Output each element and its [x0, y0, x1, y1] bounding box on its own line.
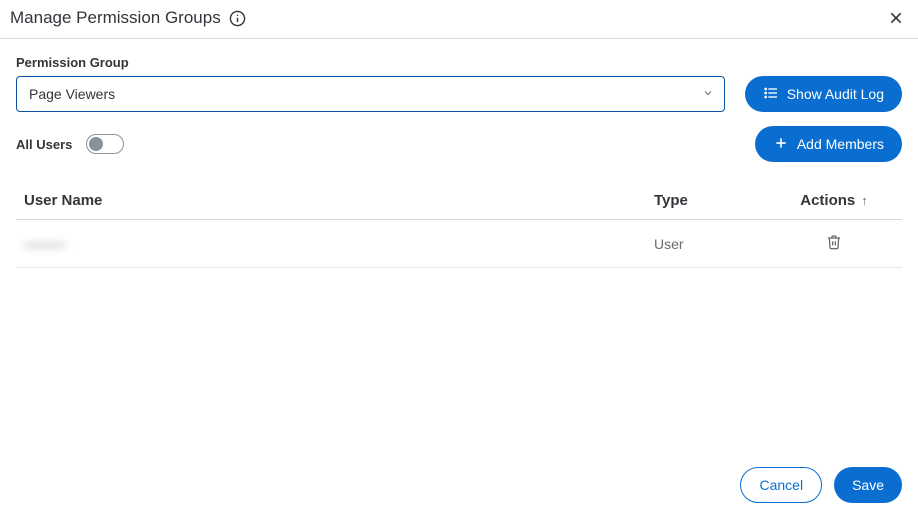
members-table: User Name Type Actions ↑ ——— User — [16, 182, 902, 268]
toggle-knob — [89, 137, 103, 151]
list-icon — [763, 85, 779, 104]
all-users-toggle-area: All Users — [16, 134, 124, 154]
cell-type: User — [654, 236, 774, 252]
cancel-button[interactable]: Cancel — [740, 467, 822, 503]
col-user-name[interactable]: User Name — [24, 192, 654, 209]
col-actions[interactable]: Actions ↑ — [774, 192, 894, 209]
close-button[interactable] — [886, 8, 906, 28]
cell-user-name: ——— — [24, 236, 654, 252]
dialog-header: Manage Permission Groups — [0, 0, 918, 39]
permission-group-select[interactable]: Page Viewers — [16, 76, 725, 112]
all-users-toggle[interactable] — [86, 134, 124, 154]
col-actions-label: Actions — [800, 192, 855, 209]
add-members-label: Add Members — [797, 136, 884, 152]
all-users-label: All Users — [16, 137, 72, 152]
dialog-footer: Cancel Save — [740, 467, 902, 503]
dialog-title: Manage Permission Groups — [10, 8, 221, 28]
col-type[interactable]: Type — [654, 192, 774, 209]
cell-actions — [774, 234, 894, 253]
dialog-content: Permission Group Page Viewers — [0, 39, 918, 284]
show-audit-log-label: Show Audit Log — [787, 86, 884, 102]
chevron-down-icon — [702, 86, 714, 102]
permission-group-field: Permission Group Page Viewers — [16, 55, 725, 112]
permission-group-row: Permission Group Page Viewers — [16, 55, 902, 112]
permission-group-value: Page Viewers — [29, 86, 115, 102]
sort-ascending-icon: ↑ — [861, 193, 868, 208]
show-audit-log-button[interactable]: Show Audit Log — [745, 76, 902, 112]
header-left: Manage Permission Groups — [10, 8, 247, 28]
toggle-and-add-row: All Users Add Members — [16, 126, 902, 162]
permission-group-label: Permission Group — [16, 55, 725, 70]
table-header: User Name Type Actions ↑ — [16, 182, 902, 220]
add-members-button[interactable]: Add Members — [755, 126, 902, 162]
save-button[interactable]: Save — [834, 467, 902, 503]
table-row: ——— User — [16, 220, 902, 268]
delete-icon[interactable] — [826, 234, 842, 253]
plus-icon — [773, 135, 789, 154]
info-icon[interactable] — [229, 9, 247, 27]
